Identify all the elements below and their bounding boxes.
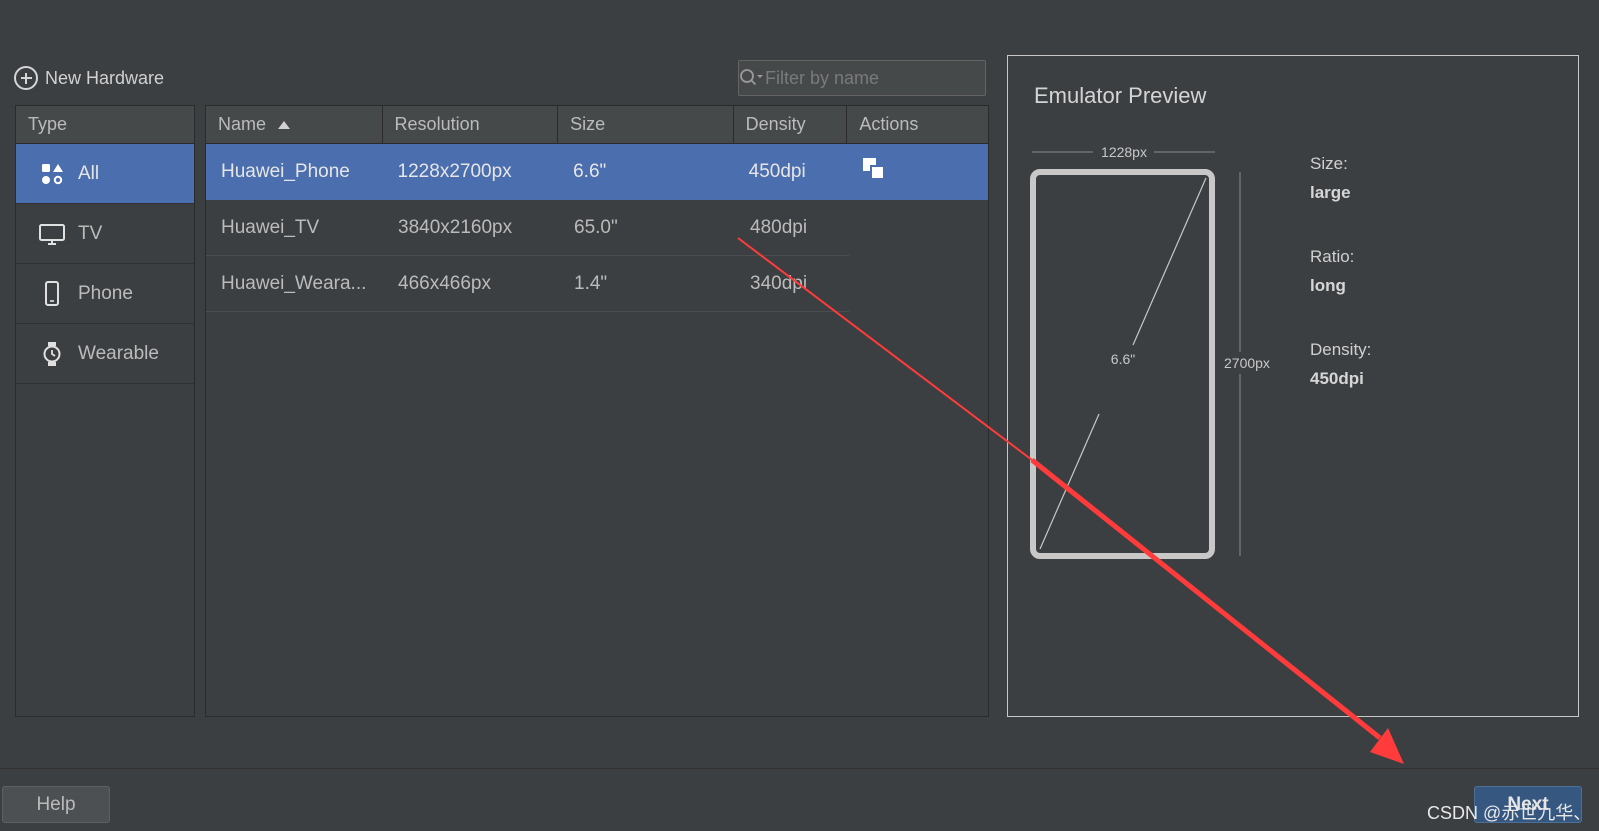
type-item-phone[interactable]: Phone — [16, 264, 194, 324]
tv-icon — [38, 220, 66, 248]
footer-divider — [0, 768, 1599, 769]
density-spec-label: Density: — [1310, 340, 1372, 359]
column-header-actions: Actions — [859, 114, 919, 134]
size-spec-value: large — [1310, 183, 1351, 202]
phone-icon — [38, 280, 66, 308]
column-header-resolution[interactable]: Resolution — [383, 106, 559, 143]
grid-shapes-icon — [38, 160, 66, 188]
row-actions — [847, 157, 988, 187]
type-item-label: TV — [78, 222, 103, 244]
emulator-preview-panel: Emulator Preview 1228px 6.6" 2700px Size… — [1007, 55, 1579, 717]
search-icon — [739, 61, 765, 95]
type-item-label: Phone — [78, 282, 133, 304]
ratio-spec-value: long — [1310, 276, 1346, 295]
type-item-label: All — [78, 162, 100, 184]
table-header: Name Resolution Size Density Actions — [206, 106, 988, 144]
device-resolution: 466x466px — [398, 272, 491, 294]
type-panel-header: Type — [16, 106, 194, 144]
device-density: 450dpi — [748, 161, 806, 182]
device-density: 480dpi — [750, 216, 808, 238]
new-hardware-button[interactable]: New Hardware — [14, 66, 164, 90]
table-row[interactable]: Huawei_Phone 1228x2700px 6.6" 450dpi — [206, 144, 988, 200]
column-header-density[interactable]: Density — [734, 106, 848, 143]
new-hardware-label: New Hardware — [45, 67, 165, 88]
type-item-wearable[interactable]: Wearable — [16, 324, 194, 384]
column-header-name[interactable]: Name — [206, 106, 383, 143]
filter-search-box[interactable] — [738, 60, 997, 96]
add-circle-icon — [14, 66, 38, 90]
device-density: 340dpi — [750, 272, 808, 294]
filter-input[interactable] — [765, 67, 997, 89]
table-row[interactable]: Huawei_TV 3840x2160px 65.0" 480dpi — [206, 200, 849, 256]
height-label: 2700px — [1224, 352, 1270, 374]
type-category-panel: Type All TV Phone Wearable — [15, 105, 195, 717]
type-item-tv[interactable]: TV — [16, 204, 194, 264]
ratio-spec-label: Ratio: — [1310, 247, 1355, 266]
device-name: Huawei_Weara... — [221, 272, 367, 294]
device-name: Huawei_TV — [221, 216, 320, 238]
density-spec-value: 450dpi — [1310, 369, 1364, 388]
device-resolution: 1228x2700px — [397, 161, 512, 182]
preview-title: Emulator Preview — [1034, 83, 1207, 108]
size-spec-label: Size: — [1310, 154, 1348, 173]
diagonal-label: 6.6" — [1111, 351, 1135, 367]
device-resolution: 3840x2160px — [398, 216, 513, 238]
help-button[interactable]: Help — [2, 786, 110, 823]
device-name: Huawei_Phone — [221, 161, 350, 182]
device-size: 1.4" — [574, 272, 608, 294]
column-header-size[interactable]: Size — [558, 106, 734, 143]
watch-icon — [38, 340, 66, 368]
device-size: 65.0" — [574, 216, 618, 238]
watermark-text: CSDN @赤世九华、 — [1427, 803, 1592, 823]
sort-ascending-icon — [278, 120, 291, 129]
type-item-label: Wearable — [78, 342, 159, 364]
device-table: Name Resolution Size Density Actions Hua… — [205, 105, 989, 717]
width-label: 1228px — [1101, 144, 1147, 160]
type-item-all[interactable]: All — [16, 144, 194, 204]
table-row[interactable]: Huawei_Weara... 466x466px 1.4" 340dpi — [206, 256, 849, 312]
device-size: 6.6" — [573, 161, 607, 182]
clone-icon[interactable] — [862, 157, 886, 187]
